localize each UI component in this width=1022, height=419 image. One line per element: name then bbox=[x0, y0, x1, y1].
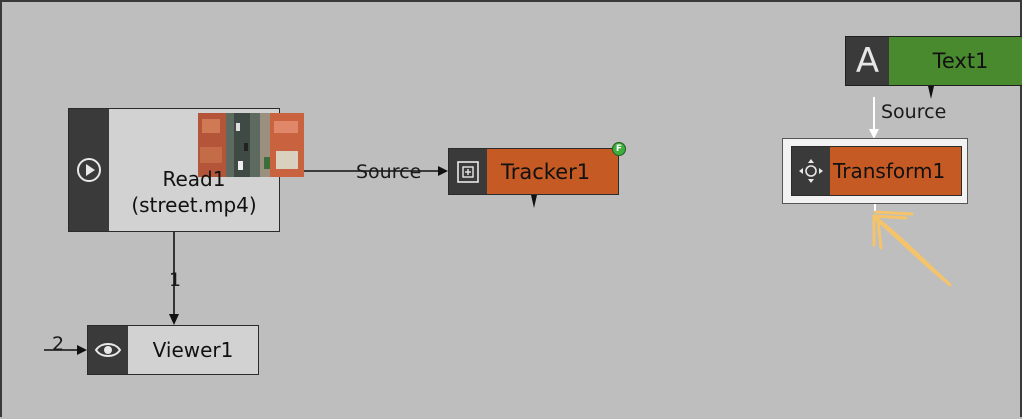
tracker-output-stub bbox=[531, 195, 537, 208]
node-viewer1-label: Viewer1 bbox=[152, 338, 234, 362]
eye-icon bbox=[94, 343, 122, 357]
frame-badge-icon: F bbox=[612, 142, 626, 156]
node-icon-box bbox=[88, 326, 128, 374]
node-read1-file: (street.mp4) bbox=[131, 193, 257, 217]
node-transform1-label: Transform1 bbox=[833, 159, 946, 183]
move-arrows-icon bbox=[799, 159, 823, 183]
wire-label-source-transform: Source bbox=[881, 101, 947, 123]
wire-label-input-2: 2 bbox=[52, 333, 65, 355]
node-text1[interactable]: A Text1 bbox=[845, 36, 1022, 86]
wire-label-input-1: 1 bbox=[169, 269, 182, 291]
node-tracker1[interactable]: Tracker1 bbox=[448, 148, 619, 195]
annotation-arrow bbox=[872, 210, 952, 287]
wire-read-viewer-arrow bbox=[169, 314, 179, 325]
node-icon-box bbox=[449, 149, 487, 194]
tracker-icon bbox=[457, 160, 479, 183]
text-output-stub bbox=[928, 86, 934, 99]
node-icon-box bbox=[69, 109, 109, 231]
node-read1-body: Read1 (street.mp4) bbox=[109, 109, 304, 231]
wire-label-source-tracker: Source bbox=[356, 161, 422, 183]
node-tracker1-label: Tracker1 bbox=[501, 159, 591, 184]
text-a-icon: A bbox=[846, 37, 889, 85]
node-read1-text: Read1 (street.mp4) bbox=[131, 166, 256, 218]
node-read1-name: Read1 bbox=[162, 167, 226, 191]
node-text1-label: Text1 bbox=[932, 49, 989, 73]
wire-viewer-input2-arrow bbox=[77, 345, 87, 355]
node-graph-canvas[interactable]: Source Source 1 2 Read1 (street.mp4) Tra… bbox=[0, 0, 1022, 417]
node-transform1[interactable]: Transform1 bbox=[791, 146, 962, 196]
play-icon bbox=[77, 158, 101, 182]
wire-read-tracker-arrow bbox=[438, 166, 448, 176]
node-icon-box bbox=[792, 147, 830, 195]
node-viewer1[interactable]: Viewer1 bbox=[87, 325, 259, 375]
node-read1[interactable]: Read1 (street.mp4) bbox=[68, 108, 304, 232]
